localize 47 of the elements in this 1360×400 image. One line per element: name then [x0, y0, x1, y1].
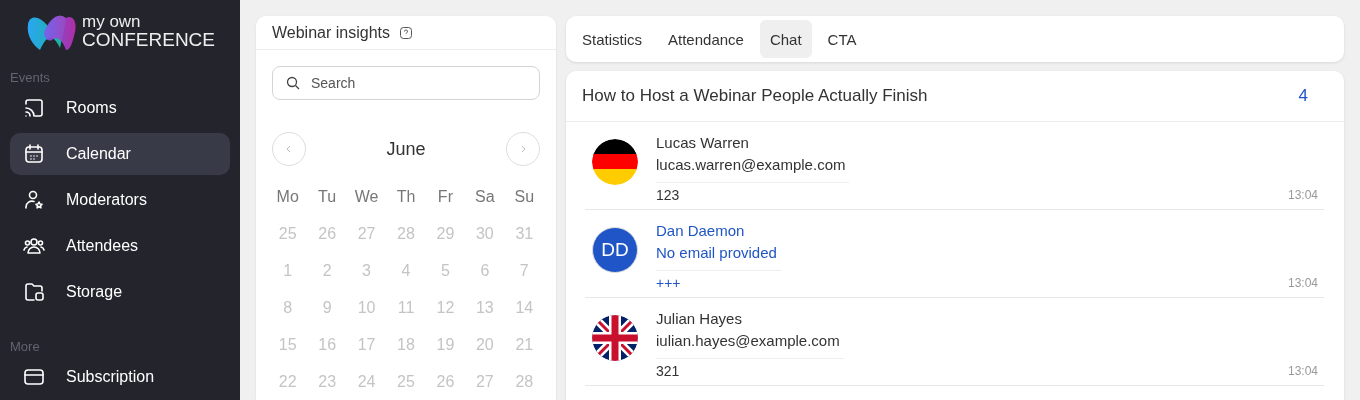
nav-item[interactable]: Attendees — [10, 224, 230, 267]
search-icon — [286, 76, 300, 90]
calendar-icon — [22, 141, 46, 166]
sender-email: lucas.warren@example.com — [656, 154, 850, 183]
sender-email: iulian.hayes@example.com — [656, 330, 844, 359]
message-text: 123 — [656, 187, 680, 203]
german-flag-avatar — [592, 139, 638, 185]
nav-item[interactable]: Calendar — [10, 133, 230, 175]
sender-name: Julian Hayes — [656, 309, 743, 329]
sender-email: No email provided — [656, 242, 781, 271]
message-text: 321 — [656, 363, 680, 379]
section-label: More — [10, 339, 41, 354]
message-time: 13:04 — [1287, 188, 1318, 202]
nav-item[interactable]: Rooms — [10, 87, 230, 129]
weekday-label: Th — [395, 186, 417, 207]
initials-avatar: DD — [592, 227, 638, 273]
tab[interactable]: Attendance — [658, 20, 754, 58]
search-field[interactable]: Search — [272, 66, 540, 100]
month-label: June — [386, 138, 426, 160]
logo-text: my own — [82, 13, 142, 30]
webinar-title: How to Host a Webinar People Actually Finish — [582, 86, 928, 106]
tab[interactable]: Statistics — [572, 20, 652, 58]
logo-text: CONFERENCE — [82, 29, 215, 49]
uk-flag-avatar — [592, 315, 638, 361]
nav-item[interactable]: Subscription — [10, 356, 230, 398]
tab[interactable]: CTA — [817, 20, 867, 58]
weekday-label: We — [353, 186, 380, 207]
message-count: 4 — [1298, 86, 1308, 106]
weekday-label: Fr — [436, 186, 454, 207]
tab[interactable]: Chat — [759, 20, 812, 58]
message-time: 13:04 — [1287, 276, 1318, 290]
message-text: +++ — [656, 275, 681, 291]
previous-month-button[interactable] — [272, 132, 306, 166]
message-time: 13:04 — [1287, 364, 1318, 378]
sender-name: Dan Daemon — [656, 221, 746, 241]
section-label: Events — [10, 70, 51, 85]
weekday-label: Tu — [317, 186, 338, 207]
weekday-label: Sa — [474, 186, 496, 207]
sender-name: Lucas Warren — [656, 133, 750, 153]
weekday-label: Su — [513, 186, 536, 207]
nav-item[interactable]: Moderators — [10, 178, 230, 221]
help-icon[interactable] — [400, 26, 412, 39]
panel-title: Webinar insights — [272, 23, 390, 42]
cast-icon — [22, 96, 46, 120]
nav-item[interactable]: Storage — [10, 270, 230, 313]
weekday-label: Mo — [275, 186, 300, 207]
next-month-button[interactable] — [506, 132, 540, 166]
